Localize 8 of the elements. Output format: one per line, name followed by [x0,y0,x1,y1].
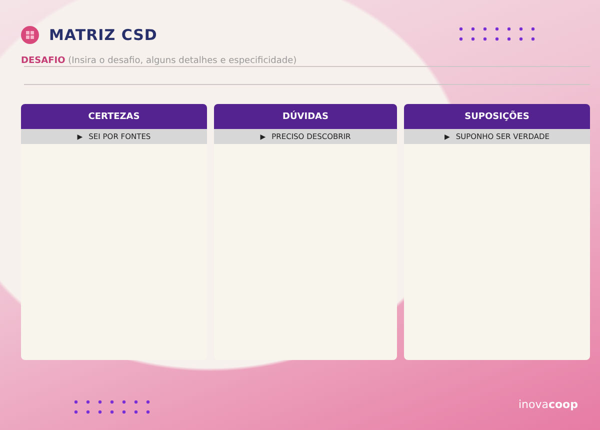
brand-logo: inovacoop [518,398,578,411]
challenge-label: DESAFIO [21,56,66,66]
column-title: CERTEZAS [21,104,207,129]
column-title: DÚVIDAS [214,104,397,129]
grid-icon [21,26,39,44]
challenge-hint: (Insira o desafio, alguns detalhes e especificidade) [68,56,297,66]
column-title: SUPOSIÇÕES [404,104,590,129]
page-title: MATRIZ CSD [49,26,158,44]
